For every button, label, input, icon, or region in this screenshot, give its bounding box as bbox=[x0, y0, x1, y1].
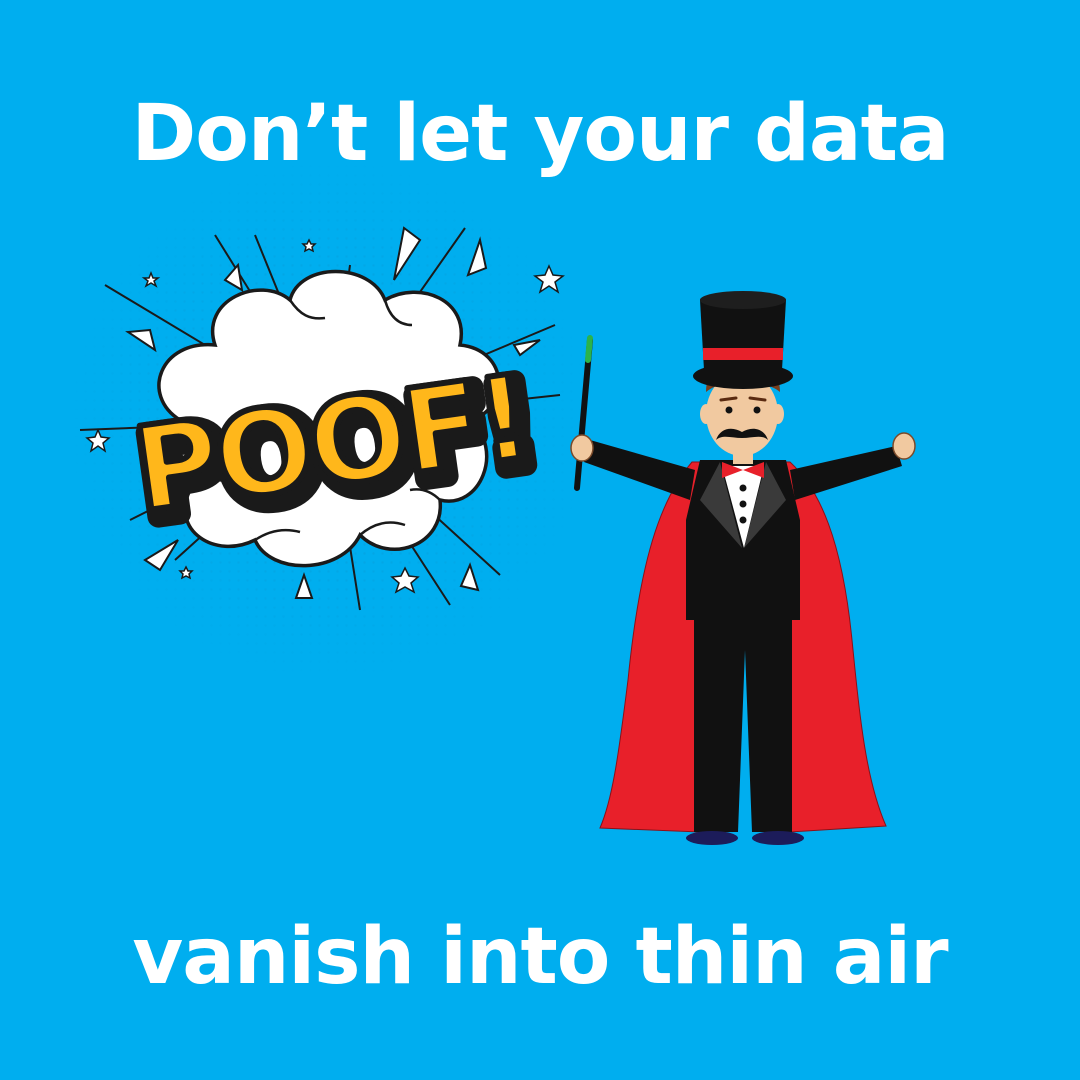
headline-bottom: vanish into thin air bbox=[132, 912, 948, 1002]
poster-canvas: Don’t let your data POOF! POOF! vanish i… bbox=[0, 0, 1080, 1080]
magician-right-arm bbox=[790, 446, 902, 500]
magician-legs bbox=[694, 618, 792, 832]
right-ear bbox=[772, 404, 784, 424]
magician-left-hand bbox=[570, 434, 594, 462]
left-eye bbox=[725, 406, 733, 414]
right-eyebrow bbox=[748, 396, 767, 402]
shirt-buttons bbox=[739, 484, 747, 524]
magician-right-hand bbox=[892, 432, 916, 460]
magic-wand bbox=[574, 335, 593, 491]
magician-left-arm bbox=[584, 440, 695, 500]
hat-band bbox=[703, 348, 783, 360]
right-eye bbox=[753, 406, 761, 414]
left-shoe bbox=[686, 831, 738, 845]
left-eyebrow bbox=[719, 396, 738, 402]
hat-top bbox=[700, 291, 786, 309]
right-shoe bbox=[752, 831, 804, 845]
left-ear bbox=[700, 404, 712, 424]
